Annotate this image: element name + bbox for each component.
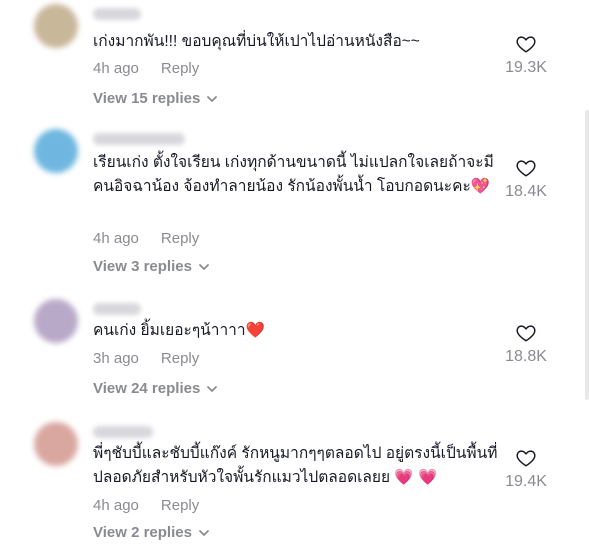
view-replies-label: View 24 replies [93,380,201,397]
heart-outline-icon [516,450,536,467]
timestamp: 4h ago [93,497,139,514]
timestamp: 4h ago [93,230,139,247]
reply-button[interactable]: Reply [161,497,199,514]
heart-outline-icon [516,36,536,53]
timestamp: 4h ago [93,60,139,77]
avatar[interactable] [34,299,78,343]
comment-meta: 4h ago Reply [93,60,199,77]
username[interactable] [93,8,141,20]
avatar[interactable] [34,129,78,173]
like-button[interactable]: 18.8K [496,322,556,366]
chevron-down-icon [207,95,218,102]
comment-text: คนเก่ง ยิ้มเยอะๆน้าาาา❤️ [93,322,265,339]
username[interactable] [93,426,153,438]
username[interactable] [93,303,141,315]
view-replies-button[interactable]: View 24 replies [93,380,218,397]
like-button[interactable]: 19.4K [496,447,556,491]
view-replies-label: View 15 replies [93,90,201,107]
scrollbar[interactable] [585,110,589,400]
like-button[interactable]: 18.4K [496,157,556,201]
view-replies-label: View 2 replies [93,524,192,541]
like-button[interactable]: 19.3K [496,33,556,77]
comment-meta: 4h ago Reply [93,230,199,247]
comment-meta: 3h ago Reply [93,350,199,367]
comment-text: พี่ๆชับบี้และชับบี้แก๊งค์ รักหนูมากๆๆตลอ… [93,445,498,486]
heart-outline-icon [516,160,536,177]
chevron-down-icon [207,385,218,392]
like-count: 18.8K [505,348,547,365]
view-replies-button[interactable]: View 15 replies [93,90,218,107]
like-count: 18.4K [505,183,547,200]
chevron-down-icon [199,263,209,270]
view-replies-button[interactable]: View 3 replies [93,258,210,275]
view-replies-label: View 3 replies [93,258,192,275]
like-count: 19.4K [505,473,547,490]
chevron-down-icon [199,529,209,536]
username[interactable] [93,133,185,145]
comment-text: เก่งมากพัน!!! ขอบคุณที่บ่นให้เปาไปอ่านหน… [93,33,420,50]
avatar[interactable] [34,4,78,48]
reply-button[interactable]: Reply [161,350,199,367]
view-replies-button[interactable]: View 2 replies [93,524,210,541]
timestamp: 3h ago [93,350,139,367]
comment-text: เรียนเก่ง ตั้งใจเรียน เก่งทุกด้านขนาดนี้… [93,154,494,195]
reply-button[interactable]: Reply [161,60,199,77]
reply-button[interactable]: Reply [161,230,199,247]
like-count: 19.3K [505,59,547,76]
heart-outline-icon [516,325,536,342]
comment-meta: 4h ago Reply [93,497,199,514]
avatar[interactable] [34,422,78,466]
